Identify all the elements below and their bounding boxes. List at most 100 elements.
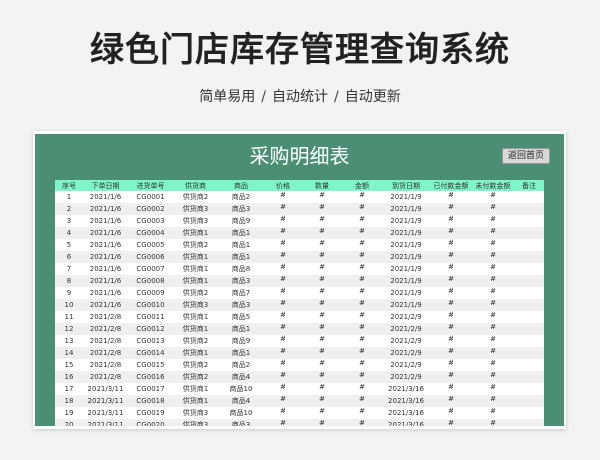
table-cell: 2021/1/9 (382, 191, 430, 203)
table-row[interactable]: 3 2021/1/6 CG0003 供货商3 商品9 # # #2021/1/9 # # (55, 215, 544, 227)
cell-value: # (280, 347, 286, 355)
cell-value: # (319, 347, 325, 355)
table-cell (514, 191, 544, 203)
table-cell: # (302, 299, 342, 311)
table-cell: # (430, 383, 472, 395)
table-cell: # (430, 275, 472, 287)
table-row[interactable]: 5 2021/1/6 CG0005 供货商2 商品1 # # #2021/1/9 # # (55, 239, 544, 251)
table-row[interactable]: 8 2021/1/6 CG0008 供货商1 商品3 # # #2021/1/9 # # (55, 275, 544, 287)
cell-value: 2021/1/9 (390, 253, 422, 261)
separator: / (334, 89, 339, 105)
cell-value: 2021/2/8 (89, 349, 122, 357)
cell-value: 2 (66, 205, 72, 213)
table-cell: # (342, 383, 382, 395)
cell-value: # (280, 359, 286, 367)
table-row[interactable]: 15 2021/2/8 CG0015 供货商2 商品2 # # #2021/2/9 # # (55, 359, 544, 371)
table-cell: # (472, 311, 514, 323)
feature-auto-stats: 自动统计 (272, 89, 328, 105)
cell-value: # (359, 251, 365, 259)
table-row[interactable]: 12 2021/2/8 CG0012 供货商1 商品1 # # #2021/2/9 # # (55, 323, 544, 335)
table-cell: # (430, 215, 472, 227)
table-cell: 商品1 (218, 323, 264, 335)
cell-value: 20 (64, 421, 74, 426)
table-cell: # (430, 407, 472, 419)
cell-value: # (280, 215, 286, 223)
cell-value: 2021/1/9 (390, 277, 422, 285)
cell-value: 1 (66, 193, 72, 201)
table-row[interactable]: 10 2021/1/6 CG0010 供货商3 商品3 # # #2021/1/9 # # (55, 299, 544, 311)
cell-value: 供货商2 (182, 361, 209, 369)
cell-value: # (280, 299, 286, 307)
cell-value: # (319, 215, 325, 223)
back-home-button[interactable]: 返回首页 (501, 148, 550, 164)
cell-value: CG0012 (136, 325, 165, 333)
table-row[interactable]: 19 2021/3/11 CG0019 供货商3 商品10 # # #2021/3/16 # # (55, 407, 544, 419)
table-cell: 2021/1/6 (83, 263, 128, 275)
table-row[interactable]: 17 2021/3/11 CG0017 供货商1 商品10 # # #2021/3/16 # # (55, 383, 544, 395)
table-cell: 供货商3 (173, 407, 218, 419)
table-cell (514, 407, 544, 419)
table-cell: 2021/2/8 (83, 335, 128, 347)
table-row[interactable]: 2 2021/1/6 CG0002 供货商3 商品3 # # #2021/1/9 # # (55, 203, 544, 215)
cell-value: # (359, 407, 365, 415)
table-cell: # (342, 359, 382, 371)
table-row[interactable]: 1 2021/1/6 CG0001 供货商2 商品2 # # #2021/1/9 # # (55, 191, 544, 203)
table-cell: 商品3 (218, 299, 264, 311)
table-row[interactable]: 11 2021/2/8 CG0011 供货商1 商品5 # # #2021/2/9 # # (55, 311, 544, 323)
table-row[interactable]: 20 2021/3/11 CG0020 供货商3 商品3 # # #2021/3/16 # # (55, 419, 544, 426)
cell-value: 商品10 (229, 409, 253, 417)
table-cell: 2021/3/16 (382, 383, 430, 395)
table-cell: # (342, 251, 382, 263)
table-cell: # (342, 395, 382, 407)
table-cell: CG0009 (128, 287, 173, 299)
column-header: 到货日期 (382, 180, 430, 191)
table-cell: 商品9 (218, 215, 264, 227)
table-cell: 14 (55, 347, 83, 359)
cell-value: # (448, 263, 454, 271)
cell-value: 3 (66, 217, 72, 225)
table-cell: CG0016 (128, 371, 173, 383)
table-row[interactable]: 14 2021/2/8 CG0014 供货商1 商品1 # # #2021/2/9 # # (55, 347, 544, 359)
table-cell: 20 (55, 419, 83, 426)
table-cell: CG0007 (128, 263, 173, 275)
table-cell: CG0012 (128, 323, 173, 335)
cell-value: 商品4 (231, 397, 251, 405)
cell-value: 2021/1/6 (89, 241, 122, 249)
table-cell (514, 311, 544, 323)
table-cell: # (430, 347, 472, 359)
table-row[interactable]: 9 2021/1/6 CG0009 供货商2 商品7 # # #2021/1/9 # # (55, 287, 544, 299)
cell-value: CG0001 (136, 193, 165, 201)
table-cell: 2021/2/9 (382, 359, 430, 371)
column-header: 序号 (55, 180, 83, 191)
table-cell: # (430, 263, 472, 275)
table-cell: 商品3 (218, 275, 264, 287)
table-row[interactable]: 4 2021/1/6 CG0004 供货商1 商品1 # # #2021/1/9 # # (55, 227, 544, 239)
table-cell: 2021/3/16 (382, 407, 430, 419)
cell-value: 19 (64, 409, 74, 417)
table-cell: 19 (55, 407, 83, 419)
table-cell (514, 215, 544, 227)
table-cell: 供货商3 (173, 203, 218, 215)
table-cell: # (302, 251, 342, 263)
column-header: 已付款金额 (430, 180, 472, 191)
cell-value: 供货商1 (182, 277, 209, 285)
table-cell: 2021/3/11 (83, 419, 128, 426)
cell-value: 商品10 (229, 385, 253, 393)
cell-value: 供货商1 (182, 253, 209, 261)
table-row[interactable]: 18 2021/3/11 CG0018 供货商1 商品4 # # #2021/3/16 # # (55, 395, 544, 407)
cell-value: # (448, 227, 454, 235)
table-row[interactable]: 13 2021/2/8 CG0013 供货商2 商品9 # # #2021/2/9 # # (55, 335, 544, 347)
table-cell: 2021/1/6 (83, 251, 128, 263)
table-cell: # (264, 359, 302, 371)
table-row[interactable]: 16 2021/2/8 CG0016 供货商2 商品4 # # #2021/2/9 # # (55, 371, 544, 383)
column-header: 数量 (302, 180, 342, 191)
table-row[interactable]: 6 2021/1/6 CG0006 供货商1 商品1 # # #2021/1/9 # # (55, 251, 544, 263)
cell-value: CG0007 (136, 265, 165, 273)
cell-value: 2021/2/9 (390, 373, 422, 381)
cell-value: 商品3 (231, 421, 251, 426)
table-cell: 2021/2/8 (83, 347, 128, 359)
table-cell: CG0005 (128, 239, 173, 251)
cell-value: # (280, 383, 286, 391)
cell-value: 供货商2 (182, 373, 209, 381)
table-row[interactable]: 7 2021/1/6 CG0007 供货商1 商品8 # # #2021/1/9 # # (55, 263, 544, 275)
